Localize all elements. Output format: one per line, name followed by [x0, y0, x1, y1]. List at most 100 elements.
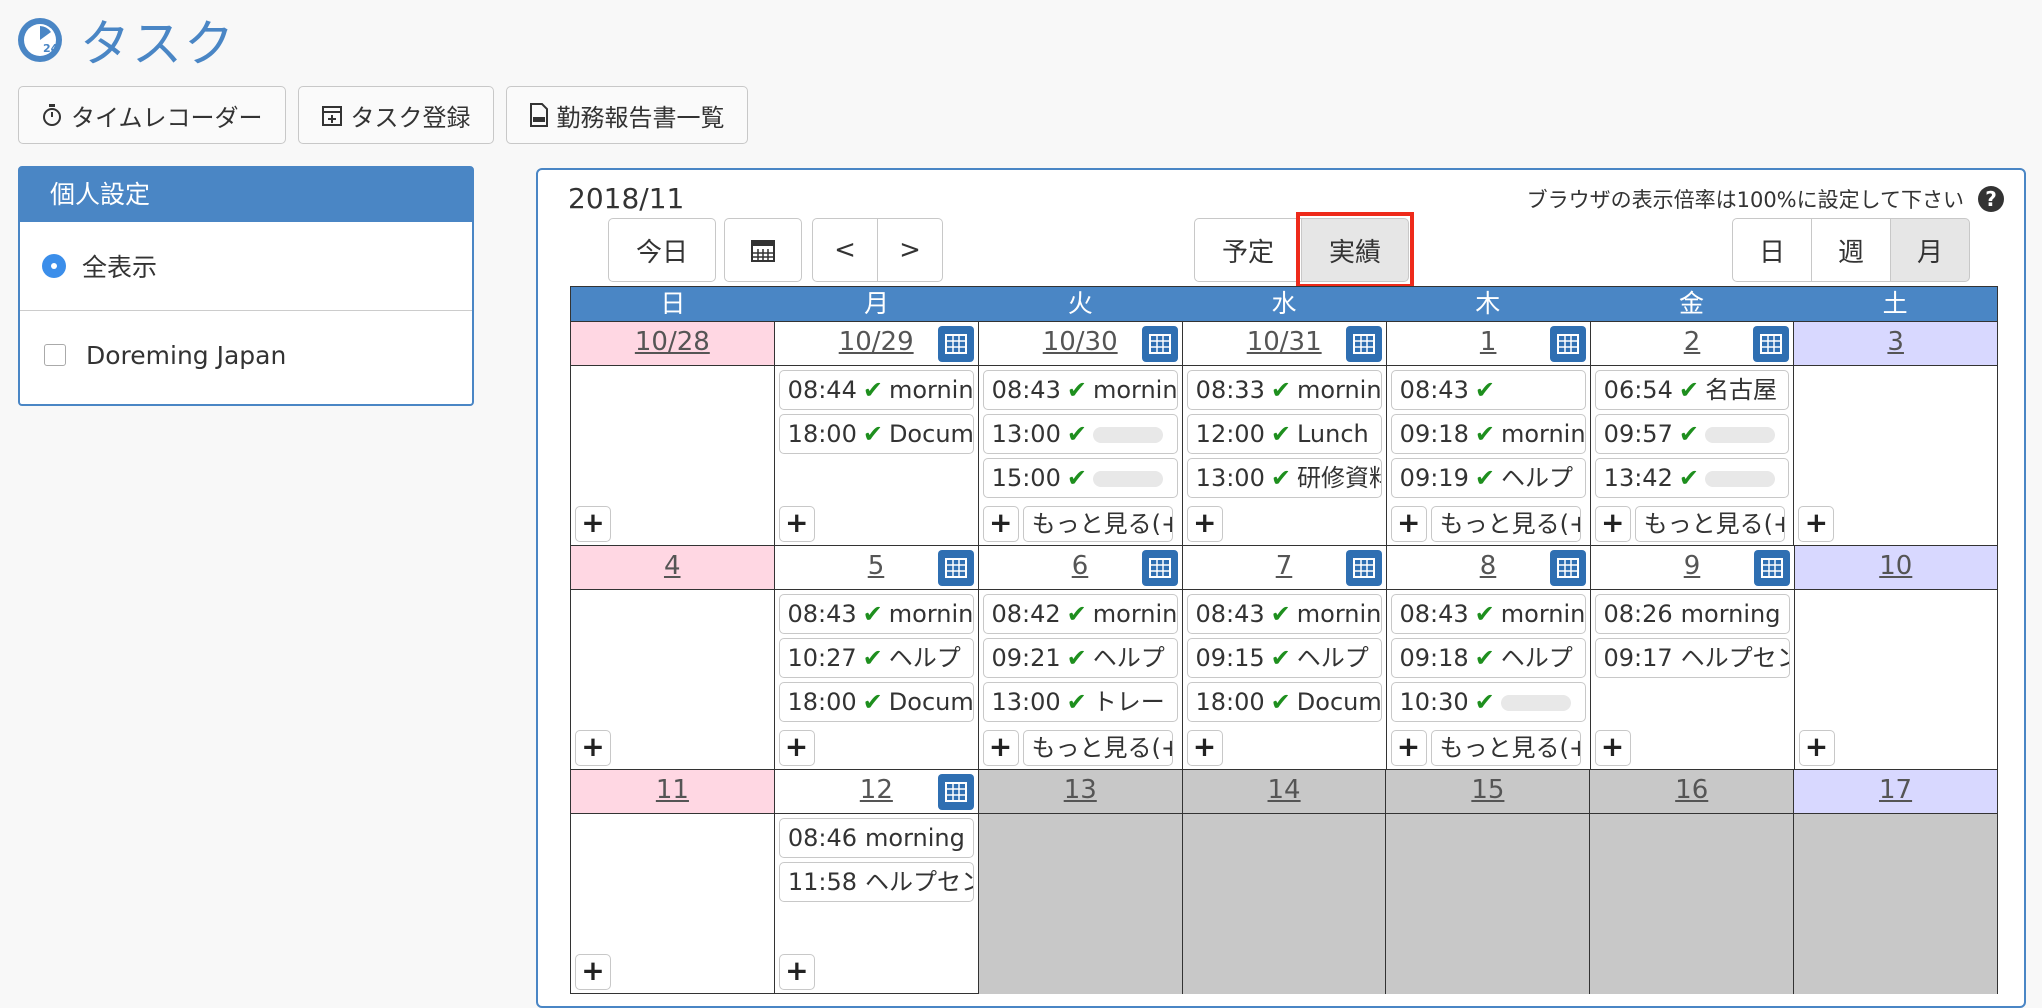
day-number-link[interactable]: 10/28 [635, 327, 710, 357]
calendar-day-cell[interactable]: 3 + [1794, 322, 1999, 546]
next-month-button[interactable]: > [877, 218, 943, 282]
day-grid-button[interactable] [1141, 550, 1178, 586]
day-number-link[interactable]: 4 [664, 551, 681, 581]
event-item[interactable]: 09:15 ✔ ヘルプ [1186, 638, 1382, 678]
event-item[interactable]: 09:21 ✔ ヘルプ [982, 638, 1178, 678]
day-number-link[interactable]: 10/29 [839, 327, 914, 357]
add-task-button[interactable]: + [1186, 506, 1223, 542]
day-view-button[interactable]: 日 [1732, 218, 1812, 282]
day-grid-button[interactable] [1141, 326, 1178, 362]
calendar-day-cell[interactable]: 11 + [571, 770, 775, 994]
report-list-button[interactable]: 勤務報告書一覧 [505, 86, 748, 144]
day-number-link[interactable]: 15 [1471, 775, 1504, 805]
day-number-link[interactable]: 10/30 [1043, 327, 1118, 357]
add-task-button[interactable]: + [778, 506, 815, 542]
event-item[interactable]: 06:54 ✔ 名古屋 [1594, 370, 1790, 410]
calendar-day-cell[interactable]: 1 08:43 ✔ 09:18 ✔ mornin 09:19 ✔ ヘルプ + もっと見る(+ [1386, 322, 1591, 546]
week-view-button[interactable]: 週 [1811, 218, 1891, 282]
add-task-button[interactable]: + [1594, 506, 1631, 542]
day-number-link[interactable]: 17 [1879, 775, 1912, 805]
day-grid-button[interactable] [1549, 326, 1586, 362]
calendar-day-cell[interactable]: 10/3108:33✔mornin12:00✔Lunch13:00✔研修資料+ [1182, 322, 1387, 546]
calendar-day-cell[interactable]: 17 [1794, 770, 1998, 994]
day-number-link[interactable]: 2 [1684, 327, 1701, 357]
day-number-link[interactable]: 12 [860, 775, 893, 805]
add-task-button[interactable]: + [1798, 506, 1835, 542]
add-task-button[interactable]: + [1390, 730, 1427, 766]
event-item[interactable]: 10:30 ✔ [1390, 682, 1586, 722]
checkbox-unchecked[interactable] [44, 344, 66, 366]
day-number-link[interactable]: 6 [1072, 551, 1089, 581]
day-grid-button[interactable] [1549, 550, 1586, 586]
day-number-link[interactable]: 7 [1276, 551, 1293, 581]
event-item[interactable]: 10:27 ✔ ヘルプ [778, 638, 974, 678]
day-grid-button[interactable] [937, 550, 974, 586]
event-item[interactable]: 08:33 ✔ mornin [1186, 370, 1382, 410]
event-item[interactable]: 09:19 ✔ ヘルプ [1390, 458, 1586, 498]
add-task-button[interactable]: + [982, 506, 1019, 542]
day-grid-button[interactable] [937, 326, 974, 362]
add-task-button[interactable]: + [1390, 506, 1427, 542]
day-grid-button[interactable] [937, 774, 974, 810]
event-item[interactable]: 08:43 ✔ [1390, 370, 1586, 410]
calendar-day-cell[interactable]: 14 [1182, 770, 1387, 994]
add-task-button[interactable]: + [1186, 730, 1223, 766]
calendar-day-cell[interactable]: 9 08:26 morning r 09:17 ヘルプセン + [1590, 546, 1795, 770]
task-register-button[interactable]: タスク登録 [297, 86, 494, 144]
actual-mode-button[interactable]: 実績 [1301, 218, 1409, 282]
day-number-link[interactable]: 3 [1887, 327, 1904, 357]
show-more-button[interactable]: もっと見る(+ [1022, 730, 1173, 766]
radio-selected[interactable] [42, 254, 66, 278]
event-item[interactable]: 09:18 ✔ ヘルプ [1390, 638, 1586, 678]
event-item[interactable]: 08:43 ✔ mornin [982, 370, 1178, 410]
filter-option-doreming-japan[interactable]: Doreming Japan [20, 311, 472, 399]
day-number-link[interactable]: 11 [656, 775, 689, 805]
calendar-day-cell[interactable]: 12 08:46 morning r 11:58 ヘルプセン + [774, 770, 979, 994]
event-item[interactable]: 08:26 morning r [1594, 594, 1790, 634]
day-number-link[interactable]: 1 [1480, 327, 1497, 357]
date-picker-button[interactable] [724, 218, 802, 282]
add-task-button[interactable]: + [1594, 730, 1631, 766]
filter-option-all[interactable]: 全表示 [20, 222, 472, 311]
show-more-button[interactable]: もっと見る(+ [1634, 506, 1785, 542]
month-view-button[interactable]: 月 [1890, 218, 1970, 282]
show-more-button[interactable]: もっと見る(+ [1022, 506, 1173, 542]
day-grid-button[interactable] [1345, 326, 1382, 362]
show-more-button[interactable]: もっと見る(+ [1430, 506, 1581, 542]
calendar-day-cell[interactable]: 16 [1590, 770, 1795, 994]
event-item[interactable]: 13:00 ✔ [982, 414, 1178, 454]
event-item[interactable]: 09:57 ✔ [1594, 414, 1790, 454]
event-item[interactable]: 12:00 ✔ Lunch [1186, 414, 1382, 454]
day-number-link[interactable]: 8 [1480, 551, 1497, 581]
calendar-day-cell[interactable]: 2 06:54 ✔ 名古屋 09:57 ✔ 13:42 ✔ + もっと見る(+ [1590, 322, 1795, 546]
calendar-day-cell[interactable]: 6 08:42 ✔ mornin 09:21 ✔ ヘルプ 13:00 ✔ トレー + もっと見る(+ [978, 546, 1183, 770]
day-grid-button[interactable] [1753, 550, 1790, 586]
add-task-button[interactable]: + [1798, 730, 1835, 766]
time-recorder-button[interactable]: タイムレコーダー [18, 86, 286, 144]
day-grid-button[interactable] [1345, 550, 1382, 586]
add-task-button[interactable]: + [982, 730, 1019, 766]
day-grid-button[interactable] [1753, 326, 1790, 362]
add-task-button[interactable]: + [575, 954, 611, 990]
day-number-link[interactable]: 14 [1268, 775, 1301, 805]
add-task-button[interactable]: + [778, 954, 815, 990]
calendar-day-cell[interactable]: 7 08:43 ✔ mornin 09:15 ✔ ヘルプ 18:00 ✔ Docum + [1182, 546, 1387, 770]
event-item[interactable]: 08:43 ✔ mornin [1390, 594, 1586, 634]
event-item[interactable]: 08:43 ✔ mornin [778, 594, 974, 634]
day-number-link[interactable]: 13 [1064, 775, 1097, 805]
day-number-link[interactable]: 5 [868, 551, 885, 581]
prev-month-button[interactable]: < [812, 218, 878, 282]
calendar-day-cell[interactable]: 15 [1386, 770, 1591, 994]
add-task-button[interactable]: + [575, 730, 611, 766]
calendar-day-cell[interactable]: 13 [978, 770, 1183, 994]
help-icon[interactable]: ? [1978, 186, 2004, 212]
event-item[interactable]: 18:00 ✔ Docum [778, 682, 974, 722]
event-item[interactable]: 08:46 morning r [778, 818, 974, 858]
calendar-day-cell[interactable]: 8 08:43 ✔ mornin 09:18 ✔ ヘルプ 10:30 ✔ + もっと見る(+ [1386, 546, 1591, 770]
day-number-link[interactable]: 10/31 [1247, 327, 1322, 357]
event-item[interactable]: 13:00 ✔ トレー [982, 682, 1178, 722]
plan-mode-button[interactable]: 予定 [1194, 218, 1302, 282]
day-number-link[interactable]: 9 [1684, 551, 1701, 581]
event-item[interactable]: 09:18 ✔ mornin [1390, 414, 1586, 454]
show-more-button[interactable]: もっと見る(+ [1430, 730, 1581, 766]
